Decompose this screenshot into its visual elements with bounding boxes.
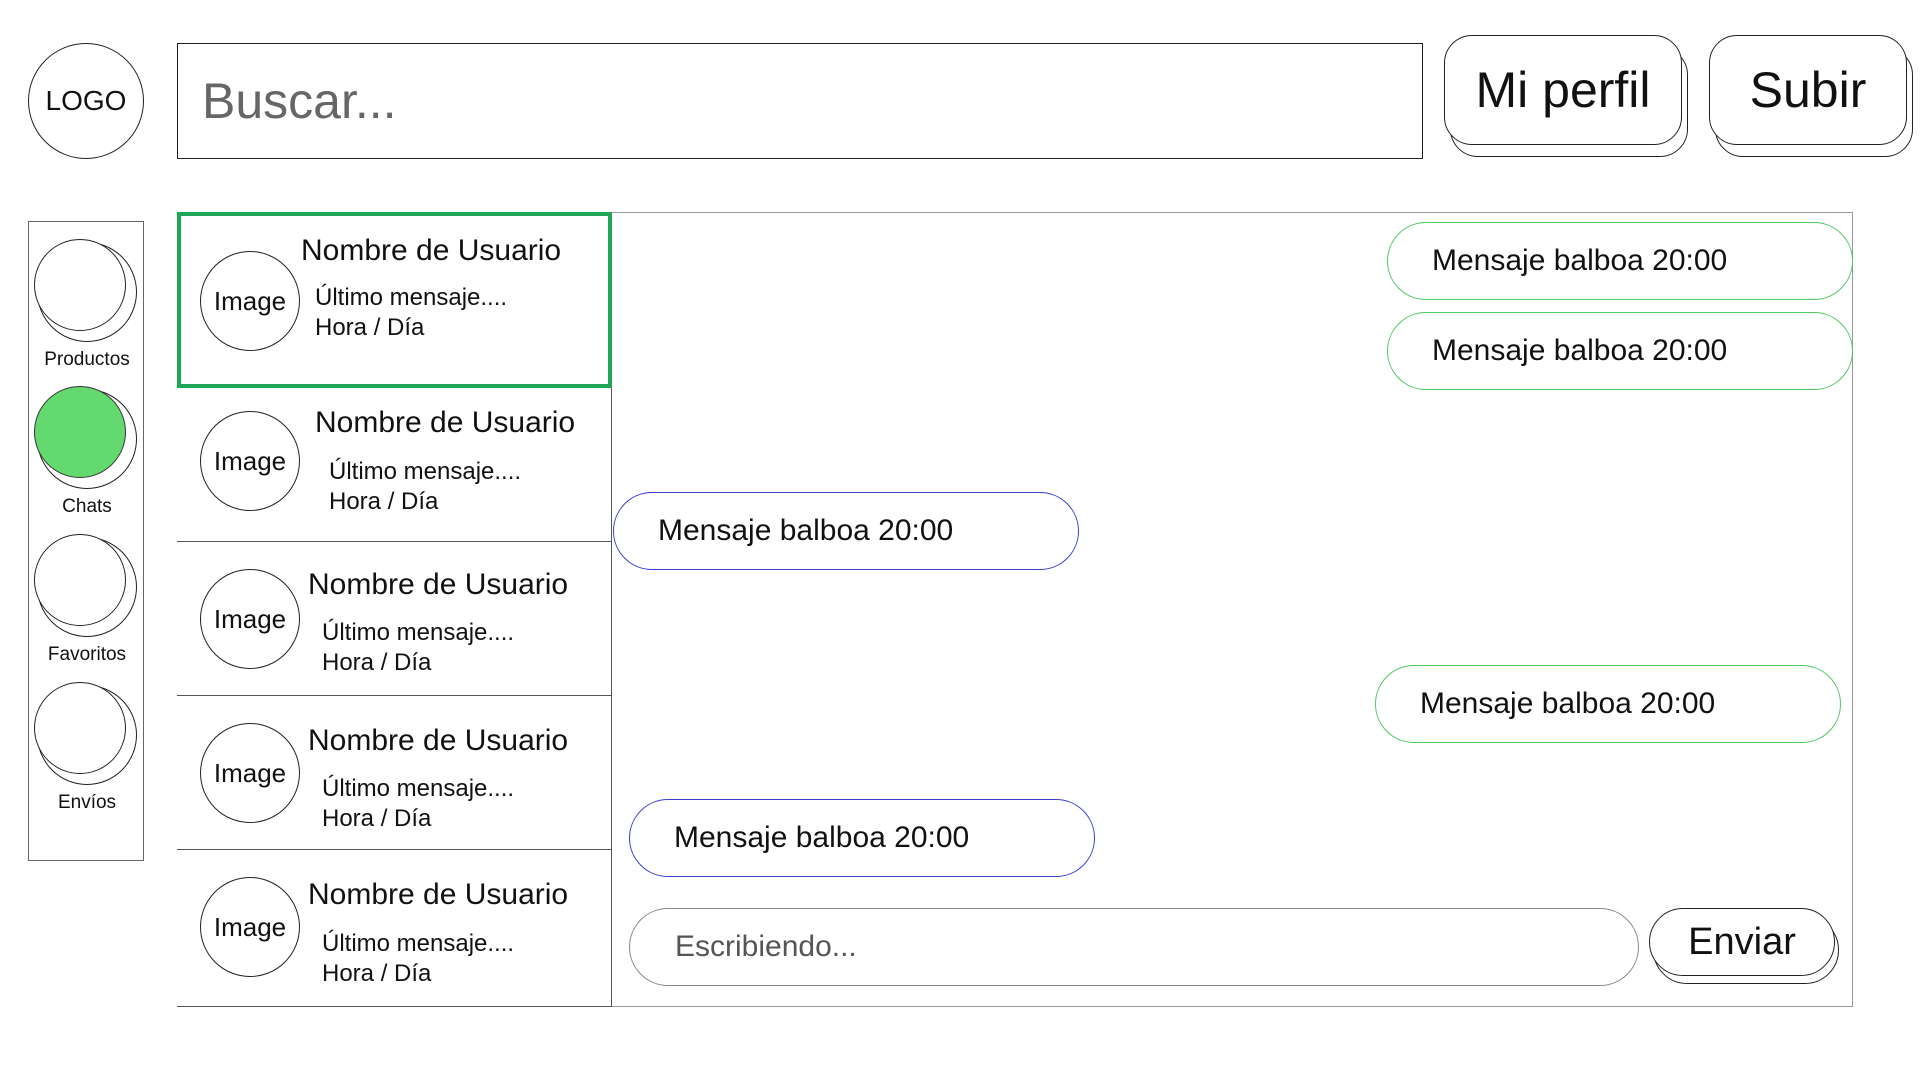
message-bubble-incoming: Mensaje balboa 20:00	[613, 492, 1079, 570]
chat-list-item[interactable]: Image Nombre de Usuario Último mensaje..…	[177, 388, 612, 542]
message-input[interactable]	[629, 908, 1639, 986]
chat-last-message: Último mensaje....	[329, 458, 522, 485]
chat-user-name: Nombre de Usuario	[308, 568, 569, 601]
avatar: Image	[200, 251, 300, 351]
sidebar-item-chats[interactable]: Chats	[29, 378, 145, 518]
chat-last-message: Último mensaje....	[322, 619, 515, 646]
search-input[interactable]	[177, 43, 1423, 159]
avatar: Image	[200, 411, 300, 511]
chat-list-item[interactable]: Image Nombre de Usuario Último mensaje..…	[177, 850, 612, 1007]
chat-list-item[interactable]: Image Nombre de Usuario Último mensaje..…	[177, 696, 612, 850]
logo[interactable]: LOGO	[28, 43, 144, 159]
chat-time: Hora / Día	[322, 960, 432, 987]
message-bubble-outgoing: Mensaje balboa 20:00	[1387, 312, 1853, 390]
chat-list: Image Nombre de Usuario Último mensaje..…	[177, 212, 612, 1007]
sidebar-item-label: Favoritos	[47, 644, 127, 665]
avatar: Image	[200, 877, 300, 977]
sidebar-item-label: Chats	[62, 496, 112, 517]
sidebar-nav: Productos Chats Favoritos Envíos	[28, 221, 144, 861]
avatar: Image	[200, 723, 300, 823]
chat-time: Hora / Día	[329, 488, 439, 515]
chat-last-message: Último mensaje....	[322, 775, 515, 802]
chat-last-message: Último mensaje....	[322, 930, 515, 957]
chat-user-name: Nombre de Usuario	[301, 234, 562, 267]
my-profile-label: Mi perfil	[1444, 35, 1682, 145]
send-label: Enviar	[1649, 908, 1835, 976]
message-bubble-outgoing: Mensaje balboa 20:00	[1375, 665, 1841, 743]
sidebar-item-favoritos[interactable]: Favoritos	[29, 526, 145, 666]
sidebar-item-envios[interactable]: Envíos	[29, 674, 145, 814]
my-profile-button[interactable]: Mi perfil	[1444, 35, 1688, 157]
send-button[interactable]: Enviar	[1649, 908, 1839, 984]
chat-time: Hora / Día	[322, 805, 432, 832]
circle-icon	[34, 239, 126, 331]
message-bubble-outgoing: Mensaje balboa 20:00	[1387, 222, 1853, 300]
chat-user-name: Nombre de Usuario	[308, 878, 569, 911]
upload-button[interactable]: Subir	[1709, 35, 1913, 157]
message-bubble-incoming: Mensaje balboa 20:00	[629, 799, 1095, 877]
circle-icon	[34, 682, 126, 774]
sidebar-item-label: Productos	[44, 349, 130, 370]
sidebar-item-productos[interactable]: Productos	[29, 231, 145, 371]
chat-user-name: Nombre de Usuario	[308, 724, 569, 757]
circle-icon	[34, 534, 126, 626]
avatar: Image	[200, 569, 300, 669]
chat-time: Hora / Día	[322, 649, 432, 676]
circle-icon	[34, 386, 126, 478]
chat-list-item[interactable]: Image Nombre de Usuario Último mensaje..…	[177, 542, 612, 696]
chat-list-item[interactable]: Image Nombre de Usuario Último mensaje..…	[177, 212, 612, 388]
chat-user-name: Nombre de Usuario	[315, 406, 576, 439]
chat-time: Hora / Día	[315, 314, 425, 341]
sidebar-item-label: Envíos	[57, 792, 117, 813]
upload-label: Subir	[1709, 35, 1907, 145]
chat-last-message: Último mensaje....	[315, 284, 508, 311]
